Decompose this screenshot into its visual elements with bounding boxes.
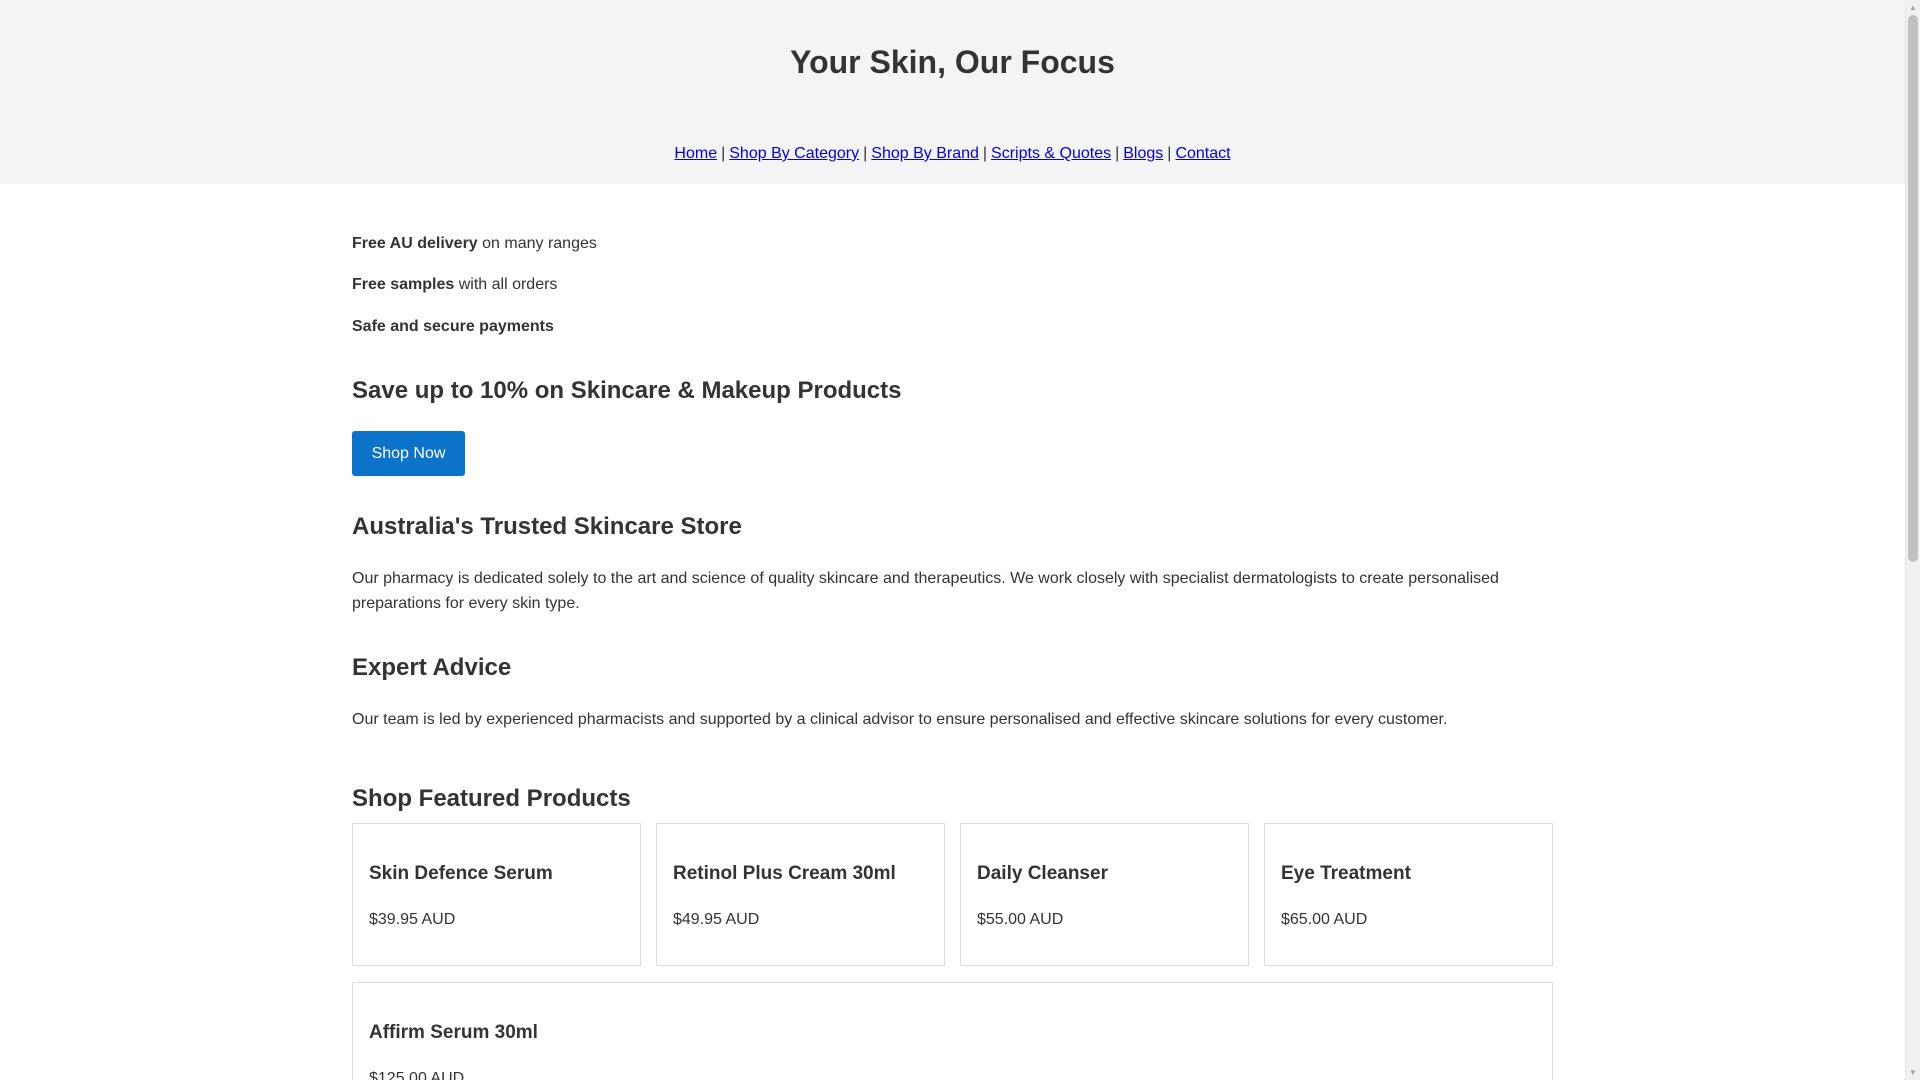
scroll-up-arrow-icon[interactable]: ▲ (1906, 0, 1920, 15)
product-name[interactable]: Affirm Serum 30ml (369, 1021, 538, 1045)
perk-text: on many ranges (477, 235, 597, 252)
perk-secure-payments: Safe and secure payments (352, 317, 554, 337)
nav-link-scripts-quotes[interactable]: Scripts & Quotes (991, 145, 1111, 162)
product-price: $39.95 AUD (369, 911, 456, 928)
product-price: $55.00 AUD (977, 911, 1064, 928)
product-price: $49.95 AUD (673, 911, 760, 928)
nav-separator: | (1115, 145, 1120, 162)
about-text: Our pharmacy is dedicated solely to the … (352, 570, 1499, 612)
featured-heading: Shop Featured Products (352, 785, 631, 812)
about-heading: Australia's Trusted Skincare Store (352, 513, 742, 540)
main-nav: Home | Shop By Category | Shop By Brand | Scri… (0, 142, 1905, 166)
shop-now-button[interactable]: Shop Now (352, 431, 465, 476)
perk-free-samples: Free samples with all orders (352, 275, 557, 295)
perk-free-delivery: Free AU delivery on many ranges (352, 234, 597, 254)
perk-bold: Free AU delivery (352, 235, 478, 252)
product-card[interactable]: Affirm Serum 30ml $125.00 AUD (352, 982, 1553, 1080)
nav-separator: | (863, 145, 868, 162)
nav-link-blogs[interactable]: Blogs (1123, 145, 1163, 162)
product-name[interactable]: Retinol Plus Cream 30ml (673, 862, 896, 886)
advice-heading: Expert Advice (352, 654, 512, 681)
perk-bold: Safe and secure payments (352, 318, 554, 335)
nav-separator: | (982, 145, 988, 162)
product-name[interactable]: Eye Treatment (1281, 862, 1411, 886)
nav-link-shop-by-category[interactable]: Shop By Category (729, 145, 859, 162)
nav-separator: | (721, 145, 726, 162)
product-price: $65.00 AUD (1281, 911, 1368, 928)
product-card[interactable]: Eye Treatment $65.00 AUD (1264, 823, 1553, 966)
nav-link-contact[interactable]: Contact (1175, 145, 1230, 162)
nav-separator: | (1167, 145, 1172, 162)
product-name[interactable]: Skin Defence Serum (369, 862, 553, 886)
product-card[interactable]: Daily Cleanser $55.00 AUD (960, 823, 1249, 966)
site-header: Your Skin, Our Focus Home | Shop By Catego… (0, 0, 1905, 184)
product-price: $125.00 AUD (369, 1070, 465, 1080)
nav-link-shop-by-brand[interactable]: Shop By Brand (871, 145, 979, 162)
advice-text: Our team is led by experienced pharmacis… (352, 711, 1448, 728)
vertical-scrollbar[interactable]: ▲ ▼ (1905, 0, 1920, 1080)
perk-bold: Free samples (352, 276, 455, 293)
browser-viewport: Your Skin, Our Focus Home | Shop By Catego… (0, 0, 1920, 1080)
perk-text: with all orders (454, 276, 558, 293)
scroll-down-arrow-icon[interactable]: ▼ (1906, 1065, 1920, 1080)
site-title: Your Skin, Our Focus (790, 44, 1115, 80)
product-name[interactable]: Daily Cleanser (977, 862, 1108, 886)
promo-heading: Save up to 10% on Skincare & Makeup Prod… (352, 377, 902, 404)
product-card[interactable]: Retinol Plus Cream 30ml $49.95 AUD (656, 823, 945, 966)
product-card[interactable]: Skin Defence Serum $39.95 AUD (352, 823, 641, 966)
nav-link-home[interactable]: Home (674, 145, 717, 162)
page: Your Skin, Our Focus Home | Shop By Catego… (0, 0, 1905, 1080)
scrollbar-thumb[interactable] (1908, 15, 1918, 562)
